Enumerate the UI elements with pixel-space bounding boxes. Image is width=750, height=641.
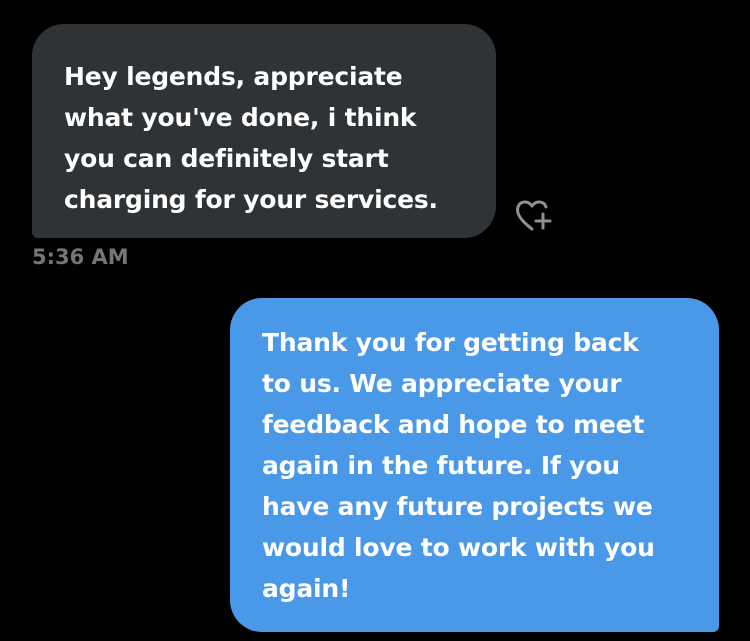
outgoing-message-bubble[interactable]: Thank you for getting back to us. We app… xyxy=(230,298,719,632)
heart-plus-icon xyxy=(516,200,552,231)
message-timestamp: 5:36 AM xyxy=(32,245,129,269)
incoming-message-bubble[interactable]: Hey legends, appreciate what you've done… xyxy=(32,24,496,238)
add-reaction-button[interactable] xyxy=(514,196,558,234)
